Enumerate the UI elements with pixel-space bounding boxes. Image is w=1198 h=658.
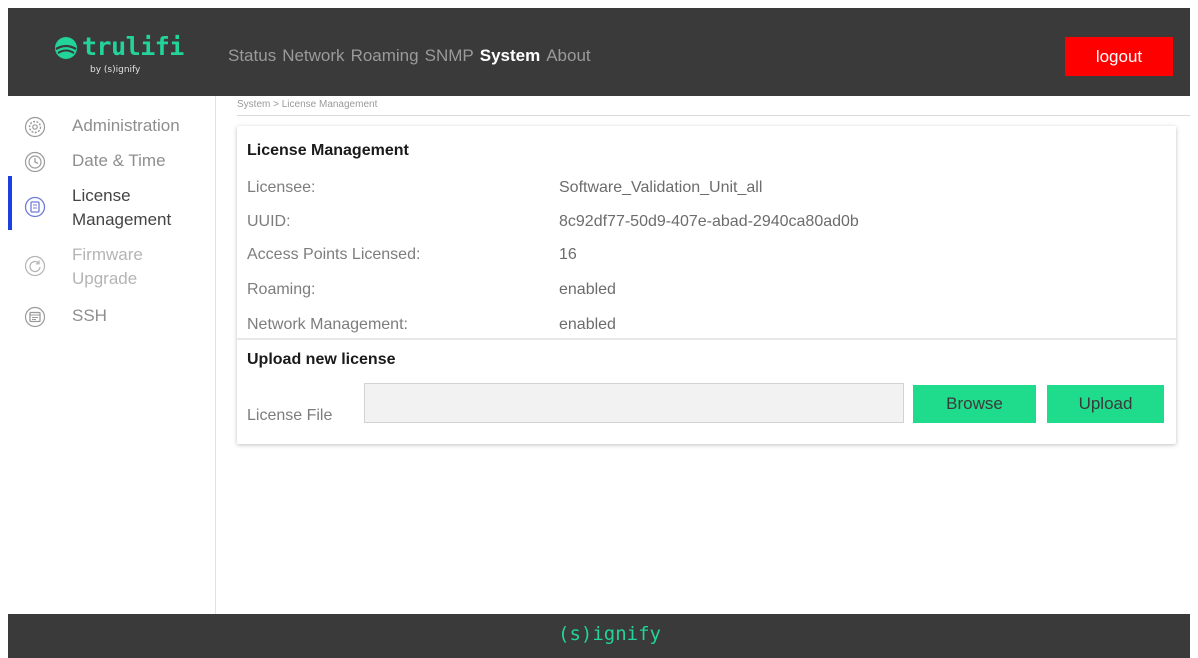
licensee-label: Licensee:	[247, 179, 316, 196]
access-points-label: Access Points Licensed:	[247, 246, 421, 263]
trulifi-logo-icon	[55, 37, 77, 59]
access-points-value: 16	[559, 246, 577, 263]
sidebar-item-label: SSH	[72, 306, 107, 325]
license-file-input[interactable]	[364, 383, 904, 423]
settings-icon	[24, 116, 46, 138]
sidebar-item-label: License Management	[72, 186, 172, 229]
logout-button[interactable]: logout	[1065, 37, 1173, 76]
clock-icon	[24, 151, 46, 173]
app-frame: trulifi by (s)ignify Status Network Roam…	[8, 8, 1190, 658]
license-file-label: License File	[247, 407, 333, 424]
nav-snmp[interactable]: SNMP	[425, 46, 474, 66]
sidebar: Administration Date & Time License Manag…	[8, 96, 216, 614]
browse-button[interactable]: Browse	[913, 385, 1036, 423]
license-section-title: License Management	[247, 142, 409, 159]
licensee-value: Software_Validation_Unit_all	[559, 179, 763, 196]
terminal-icon	[24, 306, 46, 328]
nav-system[interactable]: System	[480, 46, 540, 66]
network-management-value: enabled	[559, 316, 616, 333]
sidebar-item-label: Firmware Upgrade	[72, 245, 143, 288]
license-card: License Management Licensee: Software_Va…	[237, 126, 1176, 444]
uuid-label: UUID:	[247, 213, 291, 230]
refresh-icon	[24, 255, 46, 277]
footer: (s)ignify	[8, 614, 1190, 658]
sidebar-item-label: Date & Time	[72, 151, 166, 170]
upload-section-title: Upload new license	[247, 351, 396, 368]
trulifi-logo: trulifi by (s)ignify	[54, 32, 184, 80]
upload-button[interactable]: Upload	[1047, 385, 1164, 423]
nav-status[interactable]: Status	[228, 46, 276, 66]
active-item-indicator	[8, 176, 12, 230]
roaming-label: Roaming:	[247, 281, 316, 298]
brand-name: trulifi	[82, 32, 184, 61]
top-header: trulifi by (s)ignify Status Network Roam…	[8, 8, 1190, 96]
main-nav: Status Network Roaming SNMP System About	[228, 46, 591, 66]
roaming-value: enabled	[559, 281, 616, 298]
license-icon	[24, 196, 46, 218]
breadcrumb: System > License Management	[237, 99, 378, 110]
network-management-label: Network Management:	[247, 316, 408, 333]
nav-about[interactable]: About	[546, 46, 590, 66]
nav-network[interactable]: Network	[282, 46, 344, 66]
brand-byline: by (s)ignify	[90, 65, 141, 75]
nav-roaming[interactable]: Roaming	[351, 46, 419, 66]
uuid-value: 8c92df77-50d9-407e-abad-2940ca80ad0b	[559, 213, 859, 230]
sidebar-item-label: Administration	[72, 116, 180, 135]
breadcrumb-divider	[237, 115, 1190, 116]
main-content: System > License Management License Mana…	[217, 96, 1190, 614]
signify-logo: (s)ignify	[558, 623, 661, 645]
section-divider	[237, 338, 1176, 340]
